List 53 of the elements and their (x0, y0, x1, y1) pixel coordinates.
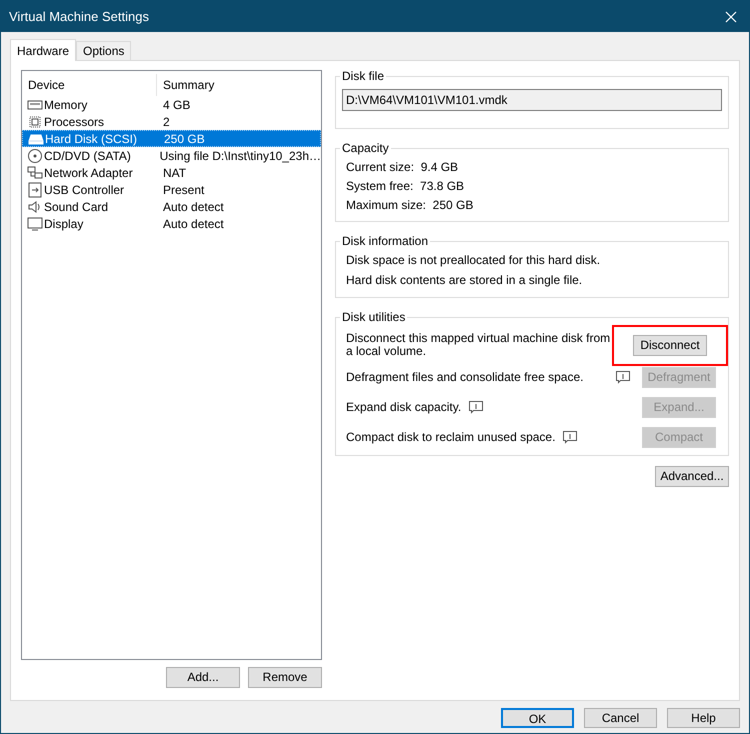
network-icon (27, 164, 43, 180)
device-name: Sound Card (44, 198, 108, 216)
device-row[interactable]: Processors 2 (22, 113, 321, 130)
column-header[interactable]: Device (22, 74, 157, 96)
device-summary: Auto detect (162, 198, 224, 216)
device-summary: 2 (162, 114, 170, 130)
advanced-button[interactable]: Advanced... (655, 466, 729, 487)
dialog-button[interactable]: OK (501, 708, 574, 728)
device-summary: Using file D:\Inst\tiny10_23h… (158, 148, 321, 164)
usb-icon (27, 182, 43, 198)
device-name: CD/DVD (SATA) (44, 148, 131, 164)
monitor-icon (27, 216, 43, 232)
device-summary: NAT (162, 164, 186, 182)
chip-icon (27, 114, 43, 130)
device-row[interactable]: Hard Disk (SCSI) 250 GB (22, 130, 321, 147)
window-title: Virtual Machine Settings (9, 8, 149, 26)
device-row[interactable]: CD/DVD (SATA) Using file D:\Inst\tiny10_23h… (22, 147, 321, 164)
device-name: Display (44, 216, 84, 232)
device-name: Hard Disk (SCSI) (45, 130, 138, 148)
utility-description: Defragment files and consolidate free space. (346, 370, 584, 384)
info-line: Disk space is not preallocated for this hard disk. (346, 252, 602, 268)
device-row[interactable]: Sound Card Auto detect (22, 198, 321, 215)
device-summary: Present (162, 182, 204, 198)
device-row[interactable]: Display Auto detect (22, 215, 321, 232)
device-row[interactable]: Memory 4 GB (22, 96, 321, 113)
capacity-line: Current size: 9.4 GB (346, 159, 460, 175)
utility-button[interactable]: Disconnect (633, 334, 707, 356)
close-icon[interactable] (725, 10, 737, 22)
device-name: Processors (44, 114, 104, 130)
device-name: USB Controller (44, 182, 124, 198)
dialog-button[interactable]: Help (667, 708, 740, 728)
tab[interactable]: Hardware (10, 39, 76, 61)
tab[interactable]: Options (76, 41, 132, 60)
capacity-line: System free: 73.8 GB (346, 178, 466, 194)
info-line: Hard disk contents are stored in a single file. (346, 272, 584, 288)
remove-button[interactable]: Remove (248, 667, 322, 688)
device-name: Memory (44, 96, 88, 114)
utility-description: Compact disk to reclaim unused space. (346, 430, 556, 444)
column-header[interactable]: Summary (157, 74, 321, 96)
capacity-line: Maximum size: 250 GB (346, 197, 474, 213)
device-row[interactable]: Network Adapter NAT (22, 164, 321, 181)
add-button[interactable]: Add... (166, 667, 240, 688)
disc-icon (27, 148, 43, 164)
utility-description: Expand disk capacity. (346, 400, 462, 414)
device-summary: Auto detect (162, 216, 224, 232)
group-title: Capacity (340, 140, 391, 156)
disk-file-field[interactable]: D:\VM64\VM101\VM101.vmdk (342, 89, 722, 111)
device-name: Network Adapter (44, 164, 133, 182)
device-summary: 4 GB (162, 96, 190, 114)
utility-description: Disconnect this mapped virtual machine disk from a local volume. (346, 332, 612, 358)
device-summary: 250 GB (163, 130, 205, 148)
dialog-button[interactable]: Cancel (584, 708, 657, 728)
device-row[interactable]: USB Controller Present (22, 181, 321, 198)
